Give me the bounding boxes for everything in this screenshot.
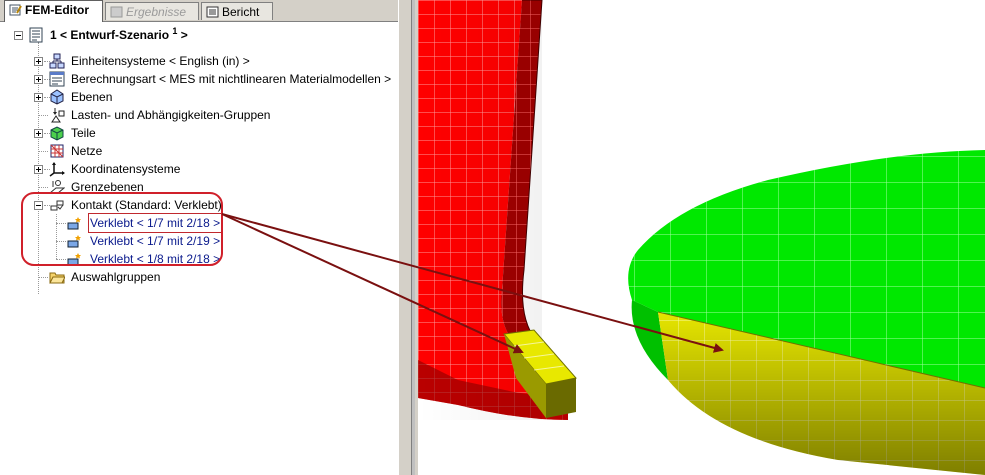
tree-item-label: Berechnungsart < MES mit nichtlinearen M… [71,72,392,86]
mesh-icon [50,144,64,158]
tree-item-koordinatensysteme[interactable]: Koordinatensysteme [0,160,398,178]
tree-contact-1[interactable]: Verklebt < 1/7 mit 2/18 > [0,213,398,233]
analysis-type-icon [49,71,65,87]
tab-label: FEM-Editor [25,3,89,17]
results-icon [110,6,123,18]
tree-item-label: Koordinatensysteme [71,162,181,176]
panel-splitter[interactable] [398,0,419,475]
tab-ergebnisse[interactable]: Ergebnisse [105,2,199,20]
fem-tree: 1 < Entwurf-Szenario 1 > Einheitensystem… [0,22,398,475]
tree-item-grenzebenen[interactable]: Grenzebenen [0,178,398,196]
bonded-contact-icon [67,217,81,230]
tree-item-label: Ebenen [71,90,113,104]
tab-label: Ergebnisse [126,5,187,19]
unit-systems-icon [49,53,65,69]
tree-item-ebenen[interactable]: Ebenen [0,88,398,106]
tree-item-label: Verklebt < 1/7 mit 2/19 > [90,234,221,248]
tree-item-label: Verklebt < 1/7 mit 2/18 > [87,213,223,233]
tree-item-berechnungsart[interactable]: Berechnungsart < MES mit nichtlinearen M… [0,70,398,88]
expand-toggle[interactable] [34,75,43,84]
tab-label: Bericht [222,5,260,19]
model-viewport[interactable] [418,0,985,475]
tab-bericht[interactable]: Bericht [201,2,273,20]
browser-tab-bar: FEM-Editor Ergebnisse Bericht [0,0,398,22]
contact-icon [50,200,64,211]
coordinate-systems-icon [49,162,65,177]
tree-contact-2[interactable]: Verklebt < 1/7 mit 2/19 > [0,232,398,250]
expand-toggle[interactable] [34,165,43,174]
tree-item-label: Grenzebenen [71,180,144,194]
scenario-icon [29,27,43,43]
tree-item-lasten[interactable]: Lasten- und Abhängigkeiten-Gruppen [0,106,398,124]
report-icon [206,6,219,18]
tab-fem-editor[interactable]: FEM-Editor [4,0,103,22]
tree-item-label: Kontakt (Standard: Verklebt) [71,198,222,212]
fem-mesh-view[interactable] [418,0,985,475]
tree-item-netze[interactable]: Netze [0,142,398,160]
tree-item-label: Verklebt < 1/8 mit 2/18 > [90,252,221,266]
collapse-toggle[interactable] [34,201,43,210]
tree-contact-3[interactable]: Verklebt < 1/8 mit 2/18 > [0,250,398,268]
fem-editor-panel: FEM-Editor Ergebnisse Bericht 1 < Entwur… [0,0,398,475]
tree-item-auswahlgruppen[interactable]: Auswahlgruppen [0,268,398,286]
tree-root-entwurf-szenario[interactable]: 1 < Entwurf-Szenario 1 > [0,26,398,44]
collapse-toggle[interactable] [14,31,23,40]
tree-item-label: Teile [71,126,96,140]
tree-item-teile[interactable]: Teile [0,124,398,142]
tree-item-label: Auswahlgruppen [71,270,161,284]
loads-icon [51,108,65,123]
expand-toggle[interactable] [34,57,43,66]
tree-item-label: Einheitensysteme < English (in) > [71,54,250,68]
expand-toggle[interactable] [34,93,43,102]
parts-icon [50,126,64,141]
tree-item-label: Lasten- und Abhängigkeiten-Gruppen [71,108,271,122]
boundary-planes-icon [49,180,65,194]
folder-icon [49,272,65,284]
bonded-contact-icon [67,235,81,248]
tree-item-einheitensysteme[interactable]: Einheitensysteme < English (in) > [0,52,398,70]
tree-item-kontakt[interactable]: Kontakt (Standard: Verklebt) [0,196,398,214]
layers-icon [50,89,64,105]
expand-toggle[interactable] [34,129,43,138]
fem-editor-icon [9,4,22,16]
tree-root-label: 1 < Entwurf-Szenario 1 > [50,26,188,43]
bonded-contact-icon [67,253,81,266]
tree-item-label: Netze [71,144,103,158]
